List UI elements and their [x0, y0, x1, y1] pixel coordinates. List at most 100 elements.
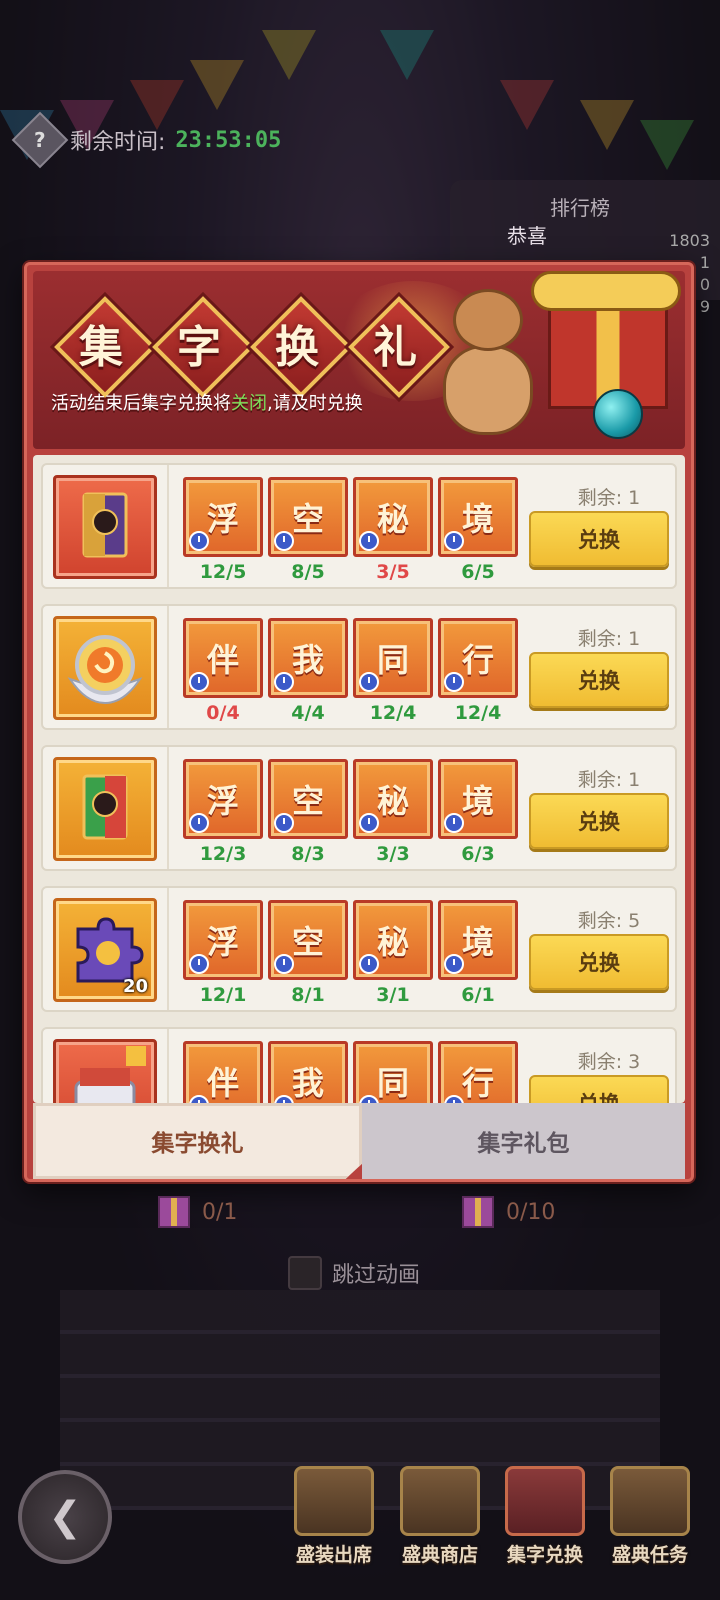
character-tile[interactable]: 伴 — [183, 618, 263, 698]
timer-icon — [189, 813, 209, 833]
exchange-button[interactable]: 兑换 — [529, 793, 669, 849]
exchange-row: 20 浮 空 秘 境 12/1 8/1 3/1 6/1 剩余: 5 兑换 — [41, 886, 677, 1012]
remaining-count: 剩余: 1 — [577, 487, 641, 509]
title-char: 礼 — [349, 297, 441, 389]
timer-icon — [444, 954, 464, 974]
timer-label: 剩余时间: — [70, 130, 166, 155]
character-tile[interactable]: 浮 — [183, 759, 263, 839]
character-tile[interactable]: 境 — [438, 900, 518, 980]
character-tile[interactable]: 我 — [268, 618, 348, 698]
tile-count: 8/1 — [291, 984, 325, 1006]
character-tile[interactable]: 秘 — [353, 477, 433, 557]
tile-count: 3/5 — [376, 561, 410, 583]
exchange-row: 伴 我 同 行 0/4 4/4 12/4 12/4 剩余: 1 兑换 — [41, 604, 677, 730]
banner-title: 集 字 换 礼 — [55, 297, 441, 389]
timer-icon — [444, 531, 464, 551]
nav-festival-tasks[interactable]: 盛典任务 — [600, 1466, 700, 1567]
remaining-count: 剩余: 3 — [577, 1051, 641, 1073]
left-progress: 0/1 — [158, 1196, 237, 1228]
teddy-bear-illustration — [433, 289, 543, 439]
reward-cake-icon[interactable] — [53, 1039, 157, 1103]
timer-icon — [189, 531, 209, 551]
game-screen: { "timer": {"label": "剩余时间:", "value": "… — [0, 0, 720, 1600]
timer-value: 23:53:05 — [175, 127, 282, 153]
ranking-title: 排行榜 — [550, 196, 610, 220]
wardrobe-icon — [294, 1466, 374, 1536]
exchange-icon — [505, 1466, 585, 1536]
nav-festival-shop[interactable]: 盛典商店 — [390, 1466, 490, 1567]
timer-icon — [359, 954, 379, 974]
timer-icon — [189, 954, 209, 974]
skip-animation-checkbox[interactable] — [288, 1256, 322, 1290]
tile-count: 0/4 — [206, 702, 240, 724]
shop-icon — [400, 1466, 480, 1536]
skip-animation-toggle[interactable]: 跳过动画 — [288, 1256, 420, 1290]
event-timer: ? 剩余时间: 23:53:05 — [11, 111, 282, 169]
character-tile[interactable]: 境 — [438, 759, 518, 839]
character-tile[interactable]: 空 — [268, 900, 348, 980]
gift-icon — [462, 1196, 494, 1228]
tile-count: 3/3 — [376, 843, 410, 865]
reward-puzzle-icon[interactable]: 20 — [53, 898, 157, 1002]
character-tile[interactable]: 秘 — [353, 759, 433, 839]
exchange-row: 浮 空 秘 境 12/5 8/5 3/5 6/5 剩余: 1 兑换 — [41, 463, 677, 589]
exchange-button[interactable]: 兑换 — [529, 934, 669, 990]
tile-count: 12/1 — [199, 984, 247, 1006]
character-tile[interactable]: 境 — [438, 477, 518, 557]
character-tile[interactable]: 同 — [353, 1041, 433, 1103]
banner-subtitle: 活动结束后集字兑换将关闭,请及时兑换 — [51, 393, 363, 414]
character-tile[interactable]: 行 — [438, 1041, 518, 1103]
tab-word-gift-pack[interactable]: 集字礼包 — [362, 1103, 685, 1179]
help-icon[interactable]: ? — [11, 111, 69, 169]
timer-icon — [444, 813, 464, 833]
exchange-list[interactable]: 浮 空 秘 境 12/5 8/5 3/5 6/5 剩余: 1 兑换 伴 我 同 … — [33, 455, 685, 1103]
tasks-icon — [610, 1466, 690, 1536]
exchange-row: 伴 我 同 行 剩余: 3 兑换 — [41, 1027, 677, 1103]
title-char: 字 — [153, 297, 245, 389]
tile-count: 8/5 — [291, 561, 325, 583]
event-banner: 集 字 换 礼 活动结束后集字兑换将关闭,请及时兑换 — [33, 271, 685, 449]
gift-bow-illustration — [531, 271, 681, 311]
tab-word-exchange[interactable]: 集字换礼 — [33, 1103, 362, 1179]
ranking-congrats: 恭喜 — [507, 224, 547, 248]
dialog-tabs: 集字换礼 集字礼包 — [33, 1103, 685, 1179]
character-tile[interactable]: 空 — [268, 759, 348, 839]
right-progress: 0/10 — [462, 1196, 555, 1228]
timer-icon — [444, 672, 464, 692]
back-button[interactable]: ❮ — [18, 1470, 112, 1564]
orb-illustration — [593, 389, 643, 439]
exchange-button[interactable]: 兑换 — [529, 1075, 669, 1103]
nav-dress-up[interactable]: 盛装出席 — [284, 1466, 384, 1567]
nav-word-exchange[interactable]: 集字兑换 — [495, 1466, 595, 1567]
timer-icon — [189, 672, 209, 692]
timer-icon — [359, 813, 379, 833]
character-tile[interactable]: 浮 — [183, 477, 263, 557]
timer-icon — [274, 531, 294, 551]
timer-icon — [274, 813, 294, 833]
character-tile[interactable]: 我 — [268, 1041, 348, 1103]
character-tile[interactable]: 伴 — [183, 1041, 263, 1103]
character-tile[interactable]: 同 — [353, 618, 433, 698]
timer-icon — [274, 954, 294, 974]
character-tile[interactable]: 秘 — [353, 900, 433, 980]
exchange-button[interactable]: 兑换 — [529, 511, 669, 567]
tile-count: 8/3 — [291, 843, 325, 865]
reward-card-icon[interactable] — [53, 475, 157, 579]
exchange-button[interactable]: 兑换 — [529, 652, 669, 708]
tile-count: 12/5 — [199, 561, 247, 583]
remaining-count: 剩余: 1 — [577, 628, 641, 650]
reward-emblem-icon[interactable] — [53, 616, 157, 720]
skip-animation-label: 跳过动画 — [332, 1263, 421, 1288]
character-tile[interactable]: 浮 — [183, 900, 263, 980]
tile-count: 6/3 — [461, 843, 495, 865]
remaining-count: 剩余: 5 — [577, 910, 641, 932]
timer-icon — [359, 531, 379, 551]
reward-card-icon[interactable] — [53, 757, 157, 861]
character-tile[interactable]: 空 — [268, 477, 348, 557]
title-char: 集 — [55, 297, 147, 389]
tile-count: 6/1 — [461, 984, 495, 1006]
exchange-row: 浮 空 秘 境 12/3 8/3 3/3 6/3 剩余: 1 兑换 — [41, 745, 677, 871]
tile-count: 12/4 — [369, 702, 417, 724]
character-tile[interactable]: 行 — [438, 618, 518, 698]
tile-count: 6/5 — [461, 561, 495, 583]
